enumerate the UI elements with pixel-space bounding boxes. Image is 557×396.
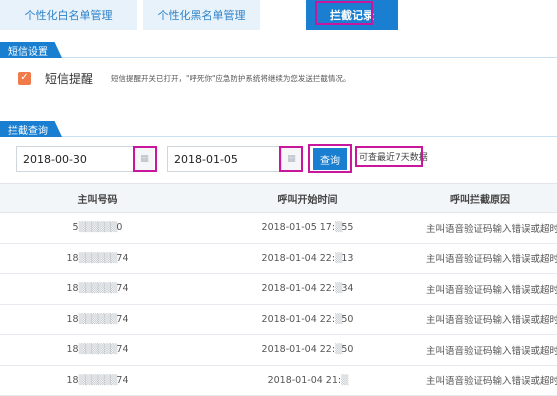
caller-number-suffix: 74 xyxy=(116,344,129,356)
redacted-text: ▒▒▒▒▒▒ xyxy=(78,344,118,356)
caller-number-prefix: 18 xyxy=(66,283,79,295)
tab-blacklist[interactable]: 个性化黑名单管理 xyxy=(143,0,260,30)
section-divider xyxy=(0,136,557,137)
call-time-prefix: 2018-01-04 22: xyxy=(261,283,336,295)
intercept-reason-cell: 主叫语音验证码输入错误或超时 xyxy=(426,223,557,235)
caller-number-cell: 18▒▒▒▒▒▒74 xyxy=(0,253,195,264)
intercept-reason-cell: 主叫语音验证码输入错误或超时 xyxy=(426,315,557,327)
section-title: 拦截查询 xyxy=(0,121,62,137)
caller-number-prefix: 18 xyxy=(66,252,79,264)
call-time-prefix: 2018-01-05 17: xyxy=(261,222,336,234)
tab-whitelist[interactable]: 个性化白名单管理 xyxy=(0,0,137,30)
table-row: 18▒▒▒▒▒▒74 2018-01-04 21:▒ 主叫语音验证码输入错误或超时 xyxy=(0,366,557,396)
calendar-icon[interactable]: ▦ xyxy=(134,148,154,170)
section-divider xyxy=(0,57,557,58)
column-header-caller: 主叫号码 xyxy=(77,194,118,206)
sms-reminder-label: 短信提醒 xyxy=(45,71,94,86)
redacted-text: ▒▒▒▒▒▒ xyxy=(78,374,118,386)
call-time-prefix: 2018-01-04 22: xyxy=(261,344,336,356)
call-time-prefix: 2018-01-04 21: xyxy=(267,374,342,386)
redacted-text: ▒▒▒▒▒▒ xyxy=(78,222,118,234)
tab-intercept-records[interactable]: 拦截记录 xyxy=(306,0,398,30)
redacted-text: ▒▒▒▒▒▒ xyxy=(78,283,118,295)
date-range-hint: 可查最近7天数据 xyxy=(359,153,428,163)
tab-bar: 个性化白名单管理 个性化黑名单管理 拦截记录 xyxy=(0,0,557,34)
call-start-time-cell: 2018-01-04 22:▒50 xyxy=(195,344,420,355)
caller-number-cell: 18▒▒▒▒▒▒74 xyxy=(0,375,195,386)
call-time-suffix: 50 xyxy=(341,344,354,356)
column-header-start-time: 呼叫开始时间 xyxy=(277,194,338,206)
redacted-text: ▒ xyxy=(341,374,348,386)
call-start-time-cell: 2018-01-05 17:▒55 xyxy=(195,222,420,233)
calendar-icon[interactable]: ▦ xyxy=(281,148,301,170)
caller-number-cell: 18▒▒▒▒▒▒74 xyxy=(0,314,195,325)
caller-number-cell: 5▒▒▒▒▒▒0 xyxy=(0,222,195,233)
table-body: 5▒▒▒▒▒▒0 2018-01-05 17:▒55 主叫语音验证码输入错误或超时 1… xyxy=(0,213,557,396)
table-row: 18▒▒▒▒▒▒74 2018-01-04 22:▒50 主叫语音验证码输入错误或超… xyxy=(0,305,557,335)
caller-number-suffix: 74 xyxy=(116,252,129,264)
call-start-time-cell: 2018-01-04 22:▒50 xyxy=(195,314,420,325)
redacted-text: ▒▒▒▒▒▒ xyxy=(78,313,118,325)
caller-number-suffix: 74 xyxy=(116,374,129,386)
sms-reminder-checkbox[interactable]: ✓ xyxy=(18,71,31,85)
call-start-time-cell: 2018-01-04 22:▒13 xyxy=(195,253,420,264)
sms-reminder-row: ✓ 短信提醒 短信提醒开关已打开，"呼死你"应急防护系统将继续为您发送拦截情况。 xyxy=(18,68,350,88)
intercept-records-table: 主叫号码 呼叫开始时间 呼叫拦截原因 5▒▒▒▒▒▒0 2018-01-05 17… xyxy=(0,183,557,396)
query-header: 拦截查询 xyxy=(0,121,62,137)
table-header: 主叫号码 呼叫开始时间 呼叫拦截原因 xyxy=(0,183,557,213)
call-start-time-cell: 2018-01-04 22:▒34 xyxy=(195,283,420,294)
caller-number-suffix: 74 xyxy=(116,283,129,295)
query-button[interactable]: 查询 xyxy=(313,148,347,170)
intercept-reason-cell: 主叫语音验证码输入错误或超时 xyxy=(426,345,557,357)
column-header-reason: 呼叫拦截原因 xyxy=(450,194,510,206)
call-start-time-cell: 2018-01-04 21:▒ xyxy=(195,375,420,386)
sms-reminder-note: 短信提醒开关已打开，"呼死你"应急防护系统将继续为您发送拦截情况。 xyxy=(111,73,351,83)
caller-number-cell: 18▒▒▒▒▒▒74 xyxy=(0,344,195,355)
call-time-suffix: 13 xyxy=(341,252,354,264)
table-row: 18▒▒▒▒▒▒74 2018-01-04 22:▒34 主叫语音验证码输入错误或超… xyxy=(0,274,557,305)
caller-number-suffix: 0 xyxy=(116,222,123,234)
call-time-prefix: 2018-01-04 22: xyxy=(261,252,336,264)
table-row: 18▒▒▒▒▒▒74 2018-01-04 22:▒13 主叫语音验证码输入错误或超… xyxy=(0,244,557,274)
caller-number-prefix: 18 xyxy=(66,313,79,325)
call-time-suffix: 55 xyxy=(341,222,354,234)
caller-number-prefix: 18 xyxy=(66,344,79,356)
redacted-text: ▒▒▒▒▒▒ xyxy=(78,252,118,264)
sms-settings-header: 短信设置 xyxy=(0,42,62,58)
section-title: 短信设置 xyxy=(0,42,62,58)
intercept-reason-cell: 主叫语音验证码输入错误或超时 xyxy=(426,254,557,266)
caller-number-prefix: 18 xyxy=(66,374,79,386)
call-time-prefix: 2018-01-04 22: xyxy=(261,313,336,325)
intercept-reason-cell: 主叫语音验证码输入错误或超时 xyxy=(426,376,557,388)
intercept-reason-cell: 主叫语音验证码输入错误或超时 xyxy=(426,284,557,296)
table-row: 18▒▒▒▒▒▒74 2018-01-04 22:▒50 主叫语音验证码输入错误或超… xyxy=(0,335,557,366)
caller-number-suffix: 74 xyxy=(116,313,129,325)
call-time-suffix: 50 xyxy=(341,313,354,325)
caller-number-cell: 18▒▒▒▒▒▒74 xyxy=(0,283,195,294)
table-row: 5▒▒▒▒▒▒0 2018-01-05 17:▒55 主叫语音验证码输入错误或超时 xyxy=(0,213,557,244)
call-time-suffix: 34 xyxy=(341,283,354,295)
